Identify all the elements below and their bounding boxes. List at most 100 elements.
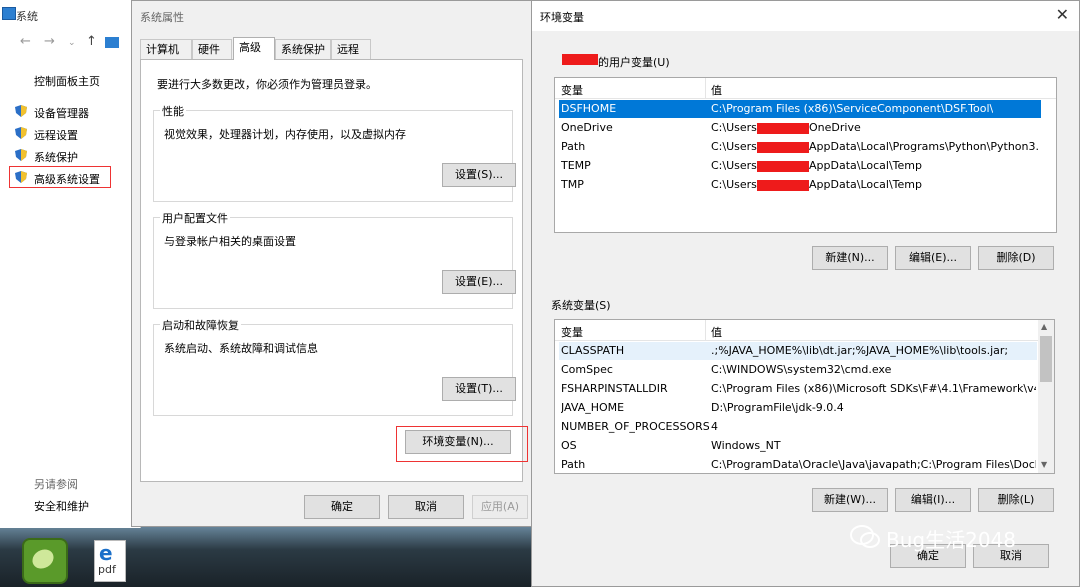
list-header: 变量 值 — [555, 320, 1054, 341]
tab-hardware[interactable]: 硬件 — [192, 39, 232, 59]
system-protection-link[interactable]: 系统保护 — [34, 149, 78, 165]
redacted-username — [562, 54, 598, 65]
column-header-value[interactable]: 值 — [711, 82, 722, 98]
advanced-system-settings-link[interactable]: 高级系统设置 — [34, 171, 100, 187]
table-row[interactable]: OneDrive C:\Users\ OneDrive — [559, 119, 1056, 137]
column-header-value[interactable]: 值 — [711, 324, 722, 340]
dialog-title: 系统属性 — [140, 11, 184, 24]
column-separator[interactable] — [705, 320, 706, 340]
performance-settings-button[interactable]: 设置(S)... — [442, 163, 516, 187]
var-name: Path — [561, 140, 586, 153]
user-edit-button[interactable]: 编辑(E)... — [895, 246, 971, 270]
edge-icon: e — [99, 541, 113, 565]
user-profile-description: 与登录帐户相关的桌面设置 — [164, 235, 296, 248]
vertical-scrollbar[interactable]: ▲ ▼ — [1038, 320, 1054, 473]
shield-icon — [14, 126, 28, 140]
security-maintenance-link[interactable]: 安全和维护 — [34, 498, 89, 514]
system-properties-dialog: 系统属性 计算机名 硬件 高级 系统保护 远程 要进行大多数更改，你必须作为管理… — [131, 0, 532, 527]
redacted-username — [757, 142, 809, 153]
tab-bar: 计算机名 硬件 高级 系统保护 远程 — [140, 37, 524, 76]
column-header-variable[interactable]: 变量 — [561, 324, 583, 340]
apply-button[interactable]: 应用(A) — [472, 495, 528, 519]
scrollbar-thumb[interactable] — [1040, 336, 1052, 382]
table-row[interactable]: NUMBER_OF_PROCESSORS 4 — [559, 418, 1054, 436]
var-value-prefix: C:\Users\ — [711, 178, 761, 191]
column-separator[interactable] — [705, 78, 706, 98]
system-new-button[interactable]: 新建(W)... — [812, 488, 888, 512]
tab-system-protection[interactable]: 系统保护 — [275, 39, 331, 59]
advanced-tab-panel: 要进行大多数更改，你必须作为管理员登录。 性能 视觉效果，处理器计划，内存使用，… — [140, 59, 528, 482]
system-vars-label: 系统变量(S) — [551, 299, 611, 312]
table-row[interactable]: Path C:\ProgramData\Oracle\Java\javapath… — [559, 456, 1054, 473]
var-value-suffix: AppData\Local\Temp — [809, 159, 922, 172]
var-name: FSHARPINSTALLDIR — [561, 382, 668, 395]
tab-remote[interactable]: 远程 — [331, 39, 371, 59]
startup-recovery-group: 启动和故障恢复 系统启动、系统故障和调试信息 设置(T)... — [153, 317, 516, 416]
shield-icon — [14, 170, 28, 184]
up-arrow-icon[interactable]: ↑ — [86, 34, 97, 49]
user-profile-group: 用户配置文件 与登录帐户相关的桌面设置 设置(E)... — [153, 210, 516, 309]
table-row[interactable]: OS Windows_NT — [559, 437, 1054, 455]
var-name: DSFHOME — [561, 102, 617, 115]
var-name: OneDrive — [561, 121, 613, 134]
admin-note: 要进行大多数更改，你必须作为管理员登录。 — [157, 78, 377, 91]
performance-title: 性能 — [160, 103, 186, 119]
var-name: OS — [561, 439, 577, 452]
table-row[interactable]: DSFHOME C:\Program Files (x86)\ServiceCo… — [559, 100, 1041, 118]
var-value-suffix: OneDrive — [809, 121, 861, 134]
table-row[interactable]: ComSpec C:\WINDOWS\system32\cmd.exe — [559, 361, 1054, 379]
scroll-up-icon[interactable]: ▲ — [1041, 322, 1047, 331]
system-delete-button[interactable]: 删除(L) — [978, 488, 1054, 512]
var-name: JAVA_HOME — [561, 401, 625, 414]
system-variables-list[interactable]: 变量 值 CLASSPATH .;%JAVA_HOME%\lib\dt.jar;… — [554, 319, 1055, 474]
table-row[interactable]: CLASSPATH .;%JAVA_HOME%\lib\dt.jar;%JAVA… — [559, 342, 1037, 360]
scroll-down-icon[interactable]: ▼ — [1041, 460, 1047, 469]
startup-recovery-title: 启动和故障恢复 — [160, 317, 241, 333]
forward-arrow-icon[interactable]: → — [44, 34, 55, 49]
pdf-file-icon[interactable]: e pdf — [94, 540, 126, 582]
ok-button[interactable]: 确定 — [304, 495, 380, 519]
environment-variables-dialog: 环境变量 ✕ 的用户变量(U) 变量 值 DSFHOME C:\Program … — [531, 0, 1080, 587]
var-value-suffix: AppData\Local\Temp — [809, 178, 922, 191]
var-name: TEMP — [561, 159, 591, 172]
var-value: C:\Program Files (x86)\ServiceComponent\… — [711, 102, 994, 115]
watermark-text: Bug生活2048 — [886, 528, 1016, 552]
app-desktop-icon[interactable] — [22, 538, 68, 584]
var-value: C:\WINDOWS\system32\cmd.exe — [711, 363, 892, 376]
back-arrow-icon[interactable]: ← — [20, 34, 31, 49]
var-value: Windows_NT — [711, 439, 781, 452]
see-also-heading: 另请参阅 — [34, 478, 78, 491]
startup-settings-button[interactable]: 设置(T)... — [442, 377, 516, 401]
cancel-button[interactable]: 取消 — [388, 495, 464, 519]
var-name: CLASSPATH — [561, 344, 625, 357]
user-vars-label: 的用户变量(U) — [598, 56, 670, 69]
var-value-suffix: AppData\Local\Programs\Python\Python3... — [809, 140, 1039, 153]
table-row[interactable]: FSHARPINSTALLDIR C:\Program Files (x86)\… — [559, 380, 1054, 398]
var-value-prefix: C:\Users\ — [711, 159, 761, 172]
user-delete-button[interactable]: 删除(D) — [978, 246, 1054, 270]
var-name: TMP — [561, 178, 584, 191]
user-new-button[interactable]: 新建(N)... — [812, 246, 888, 270]
table-row[interactable]: JAVA_HOME D:\ProgramFile\jdk-9.0.4 — [559, 399, 1054, 417]
column-header-variable[interactable]: 变量 — [561, 82, 583, 98]
control-panel-home-link[interactable]: 控制面板主页 — [34, 73, 100, 89]
close-icon[interactable]: ✕ — [1056, 5, 1069, 24]
table-row[interactable]: Path C:\Users\ AppData\Local\Programs\Py… — [559, 138, 1056, 156]
var-value: D:\ProgramFile\jdk-9.0.4 — [711, 401, 844, 414]
redacted-username — [757, 161, 809, 172]
chevron-down-icon[interactable]: ⌄ — [68, 38, 76, 48]
user-profile-title: 用户配置文件 — [160, 210, 230, 226]
table-row[interactable]: TMP C:\Users\ AppData\Local\Temp — [559, 176, 1056, 194]
table-row[interactable]: TEMP C:\Users\ AppData\Local\Temp — [559, 157, 1056, 175]
system-edit-button[interactable]: 编辑(I)... — [895, 488, 971, 512]
device-manager-link[interactable]: 设备管理器 — [34, 105, 89, 121]
title-bar — [532, 1, 1079, 31]
tab-computer-name[interactable]: 计算机名 — [140, 39, 192, 76]
tab-advanced[interactable]: 高级 — [233, 37, 275, 60]
user-variables-list[interactable]: 变量 值 DSFHOME C:\Program Files (x86)\Serv… — [554, 77, 1057, 233]
shield-icon — [14, 148, 28, 162]
remote-settings-link[interactable]: 远程设置 — [34, 127, 78, 143]
redacted-username — [757, 180, 809, 191]
user-profile-settings-button[interactable]: 设置(E)... — [442, 270, 516, 294]
environment-variables-button[interactable]: 环境变量(N)... — [405, 430, 511, 454]
